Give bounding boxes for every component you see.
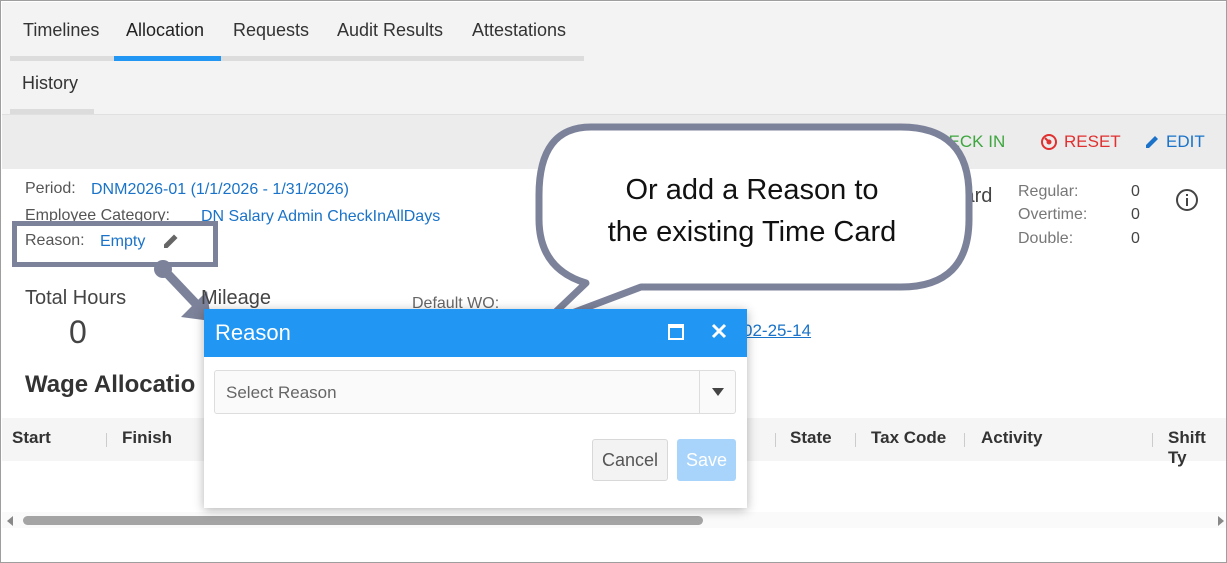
- double-value: 0: [1131, 230, 1140, 247]
- tab-timelines[interactable]: Timelines: [23, 20, 99, 41]
- overtime-label: Overtime:: [1018, 206, 1088, 223]
- dialog-title: Reason: [215, 320, 291, 345]
- scroll-right-icon[interactable]: [1216, 515, 1226, 527]
- app-frame: Timelines Allocation Requests Audit Resu…: [0, 0, 1227, 563]
- column-separator[interactable]: [964, 433, 965, 447]
- reason-label: Reason:: [25, 232, 85, 249]
- column-header-tax-code[interactable]: Tax Code: [871, 428, 946, 448]
- total-hours-label: Total Hours: [25, 287, 127, 309]
- tab-audit-results[interactable]: Audit Results: [337, 20, 443, 41]
- active-tab-indicator: [114, 56, 221, 61]
- cancel-button[interactable]: Cancel: [592, 439, 668, 481]
- tab-allocation[interactable]: Allocation: [126, 20, 204, 41]
- column-separator[interactable]: [1152, 433, 1153, 447]
- close-icon[interactable]: [710, 322, 728, 340]
- reset-button[interactable]: RESET: [1040, 132, 1121, 152]
- reason-select[interactable]: Select Reason: [214, 370, 736, 414]
- mileage-label: Mileage: [201, 287, 272, 309]
- chevron-down-icon: [711, 388, 724, 396]
- callout-line-1: Or add a Reason to: [625, 174, 879, 206]
- tab-requests[interactable]: Requests: [233, 20, 309, 41]
- scrollbar-thumb[interactable]: [23, 516, 703, 525]
- double-label: Double:: [1018, 230, 1074, 247]
- dialog-header: Reason: [204, 309, 747, 357]
- column-header-finish[interactable]: Finish: [122, 428, 172, 448]
- save-button[interactable]: Save: [677, 439, 736, 481]
- regular-label: Regular:: [1018, 183, 1079, 200]
- total-hours-value: 0: [69, 314, 87, 350]
- reset-icon: [1041, 134, 1057, 150]
- tab-history[interactable]: History: [22, 73, 78, 94]
- callout-line-2: the existing Time Card: [607, 216, 897, 248]
- column-separator[interactable]: [106, 433, 107, 447]
- tab-row-underline: [10, 56, 584, 61]
- pencil-icon: [1146, 136, 1158, 148]
- period-label: Period:: [25, 180, 76, 197]
- reason-value-link[interactable]: Empty: [100, 233, 145, 251]
- column-header-start[interactable]: Start: [12, 428, 51, 448]
- wage-allocation-title: Wage Allocatio: [25, 371, 196, 398]
- employee-category-link[interactable]: DN Salary Admin CheckInAllDays: [201, 208, 440, 226]
- edit-label: EDIT: [1166, 132, 1205, 151]
- callout-text: Or add a Reason to the existing Time Car…: [566, 169, 938, 253]
- reset-label: RESET: [1064, 132, 1121, 151]
- maximize-icon[interactable]: [667, 323, 685, 341]
- reason-select-placeholder: Select Reason: [226, 383, 337, 402]
- tab-attestations[interactable]: Attestations: [472, 20, 566, 41]
- scroll-left-icon[interactable]: [5, 515, 15, 527]
- column-header-activity[interactable]: Activity: [981, 428, 1042, 448]
- column-header-state[interactable]: State: [790, 428, 832, 448]
- period-link[interactable]: DNM2026-01 (1/1/2026 - 1/31/2026): [91, 181, 349, 199]
- reason-dialog: Reason Select Reason Cancel Save: [204, 309, 747, 508]
- column-separator[interactable]: [855, 433, 856, 447]
- column-header-shift-type[interactable]: Shift Ty: [1168, 428, 1226, 468]
- column-separator[interactable]: [775, 433, 776, 447]
- dropdown-toggle[interactable]: [699, 371, 735, 413]
- edit-reason-pencil-icon[interactable]: [161, 231, 181, 251]
- edit-button[interactable]: EDIT: [1144, 132, 1205, 152]
- regular-value: 0: [1131, 183, 1140, 200]
- tab-bar: Timelines Allocation Requests Audit Resu…: [2, 2, 1226, 114]
- info-icon[interactable]: [1175, 188, 1199, 212]
- overtime-value: 0: [1131, 206, 1140, 223]
